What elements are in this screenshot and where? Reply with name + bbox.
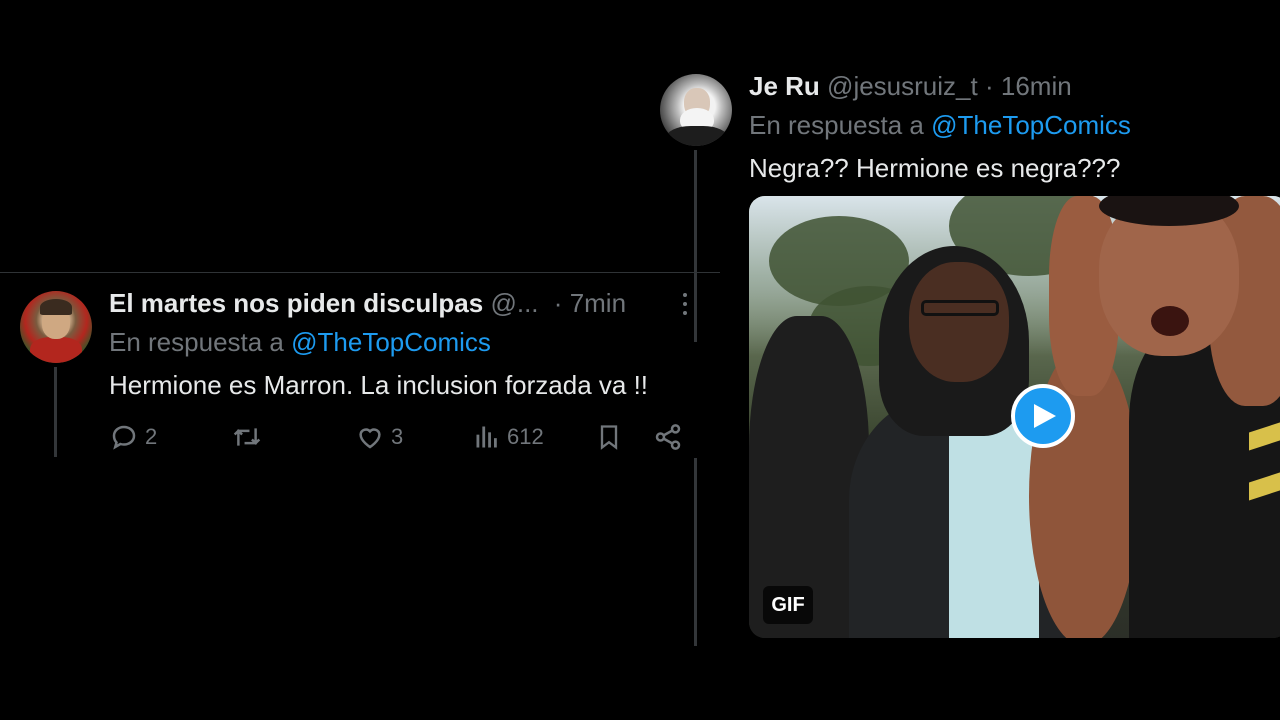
tweet-header: Je Ru @jesusruiz_t · 16min <box>749 70 1072 102</box>
tweet-header: El martes nos piden disculpas @... · 7mi… <box>109 287 709 319</box>
handle[interactable]: @jesusruiz_t <box>827 71 978 101</box>
reply-context: En respuesta a @TheTopComics <box>749 109 1131 141</box>
like-count: 3 <box>391 424 404 449</box>
reply-context: En respuesta a @TheTopComics <box>109 326 491 358</box>
retweet-icon <box>233 428 261 446</box>
reply-prefix: En respuesta a <box>749 110 924 140</box>
reply-count: 2 <box>145 424 158 449</box>
bookmark-icon <box>600 425 618 450</box>
separator: · <box>553 288 563 318</box>
reply-button[interactable]: 2 <box>109 419 157 455</box>
page: Je Ru @jesusruiz_t · 16min En respuesta … <box>0 0 1280 720</box>
avatar[interactable] <box>660 74 732 146</box>
gif-badge: GIF <box>763 586 813 624</box>
views-button[interactable]: 612 <box>473 419 544 455</box>
reply-prefix: En respuesta a <box>109 327 284 357</box>
reply-mention-link[interactable]: @TheTopComics <box>931 110 1131 140</box>
thread-line <box>694 458 697 646</box>
display-name[interactable]: El martes nos piden disculpas <box>109 287 483 319</box>
play-icon <box>1034 404 1056 428</box>
heart-icon <box>359 428 381 449</box>
tweet-text: Negra?? Hermione es negra??? <box>749 153 1121 183</box>
display-name[interactable]: Je Ru <box>749 71 820 101</box>
tweet-text: Hermione es Marron. La inclusion forzada… <box>109 370 649 400</box>
handle[interactable]: @... <box>490 288 538 318</box>
timestamp[interactable]: 7min <box>570 288 626 318</box>
gif-media[interactable]: GIF <box>749 196 1280 638</box>
share-icon <box>655 424 681 450</box>
more-options-button[interactable] <box>673 289 697 319</box>
tweet-actions: 2 3 612 <box>109 419 699 455</box>
timestamp[interactable]: 16min <box>1001 71 1072 101</box>
like-button[interactable]: 3 <box>355 419 403 455</box>
play-button[interactable] <box>1011 384 1075 448</box>
avatar[interactable] <box>20 291 92 363</box>
reply-icon <box>112 425 136 450</box>
separator: · <box>984 71 994 101</box>
tweet-martes[interactable]: El martes nos piden disculpas @... · 7mi… <box>0 273 720 473</box>
reply-mention-link[interactable]: @TheTopComics <box>291 327 491 357</box>
views-count: 612 <box>507 424 544 449</box>
retweet-button[interactable] <box>231 419 269 455</box>
share-button[interactable] <box>653 419 683 455</box>
bookmark-button[interactable] <box>595 419 623 455</box>
thread-line <box>54 367 57 457</box>
tweet-jeru[interactable]: Je Ru @jesusruiz_t · 16min En respuesta … <box>660 70 1280 720</box>
views-icon <box>476 426 497 448</box>
